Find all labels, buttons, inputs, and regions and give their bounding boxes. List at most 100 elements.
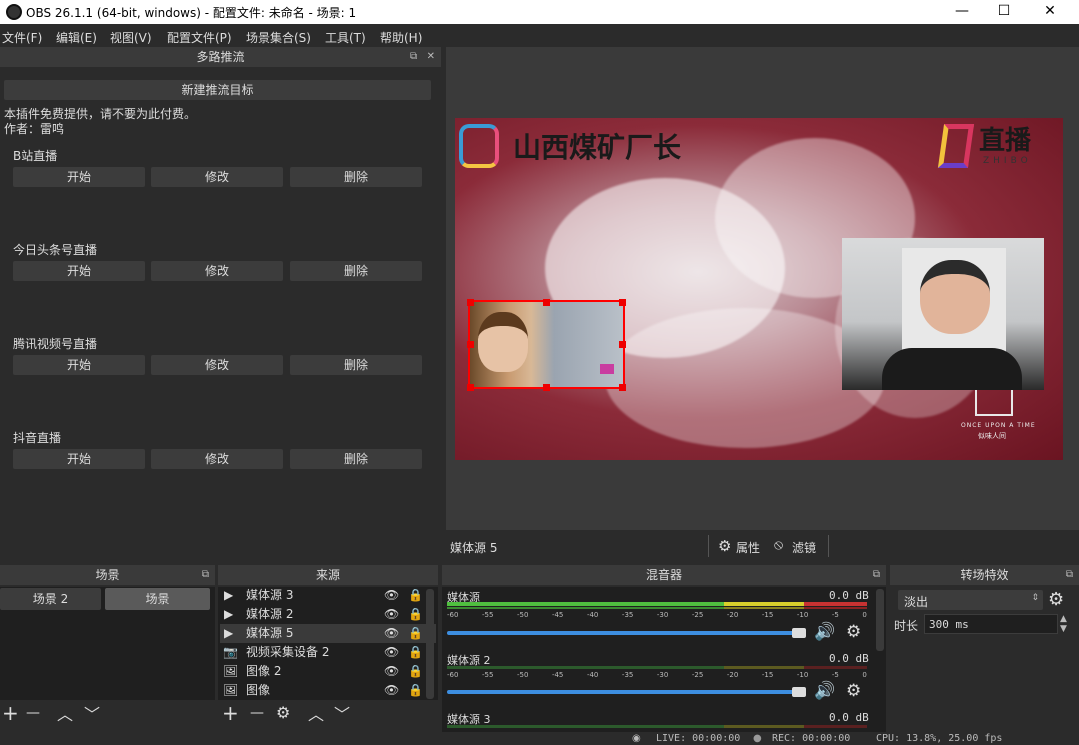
source-item[interactable]: 🖼 图像 👁 🔒 <box>220 681 436 700</box>
target-name-toutiao: 今日头条号直播 <box>13 243 98 257</box>
lock-icon[interactable]: 🔒 <box>408 586 423 605</box>
menu-scene-collection[interactable]: 场景集合(S) <box>246 29 311 46</box>
source-properties-gear-icon[interactable]: ⚙ <box>276 703 290 722</box>
eye-icon[interactable]: 👁 <box>384 643 399 662</box>
live-status: LIVE: 00:00:00 <box>656 733 741 744</box>
eye-icon[interactable]: 👁 <box>384 605 399 624</box>
tick: -15 <box>761 671 774 679</box>
lock-icon[interactable]: 🔒 <box>408 624 423 643</box>
source-item[interactable]: ▶ 媒体源 3 👁 🔒 <box>220 586 436 605</box>
delete-button[interactable]: 删除 <box>290 355 422 375</box>
mixer-dock: 混音器 ⧉ <box>442 565 886 732</box>
volume-fader-handle[interactable] <box>792 628 806 638</box>
audio-logo-icon <box>459 124 499 168</box>
gear-icon[interactable]: ⚙ <box>846 681 861 701</box>
move-source-down-button[interactable]: ﹀ <box>334 701 350 725</box>
edit-button[interactable]: 修改 <box>151 355 283 375</box>
gear-icon[interactable]: ⚙ <box>846 622 861 642</box>
rec-status: REC: 00:00:00 <box>772 733 851 744</box>
tick: -55 <box>481 671 494 679</box>
speaker-icon[interactable]: 🔊 <box>814 622 835 642</box>
brand-sub: ZHIBO <box>983 156 1032 166</box>
source-item[interactable]: 📷 视频采集设备 2 👁 🔒 <box>220 643 436 662</box>
remove-source-button[interactable]: — <box>250 705 264 721</box>
delete-button[interactable]: 删除 <box>290 261 422 281</box>
gear-icon: ⚙ <box>718 537 732 555</box>
tick: -30 <box>656 671 669 679</box>
remove-scene-button[interactable]: — <box>26 705 40 721</box>
dock-float-icon[interactable]: ⧉ <box>1066 565 1073 585</box>
eye-icon[interactable]: 👁 <box>384 586 399 605</box>
menu-tools[interactable]: 工具(T) <box>325 29 366 46</box>
source-item-selected[interactable]: ▶ 媒体源 5 👁 🔒 <box>220 624 436 643</box>
tick: -50 <box>516 671 529 679</box>
volume-fader-handle[interactable] <box>792 687 806 697</box>
menu-help[interactable]: 帮助(H) <box>380 29 422 46</box>
transition-select[interactable]: 淡出 ⇕ <box>898 590 1043 610</box>
edit-button[interactable]: 修改 <box>151 167 283 187</box>
volume-fader[interactable] <box>447 690 797 694</box>
tick: -20 <box>726 611 739 619</box>
scene-item[interactable]: 场景 2 <box>0 588 101 610</box>
scene-item-selected[interactable]: 场景 <box>105 588 210 610</box>
move-scene-down-button[interactable]: ﹀ <box>84 701 100 725</box>
tick: -10 <box>796 611 809 619</box>
move-scene-up-button[interactable]: ︿ <box>57 701 73 725</box>
sources-title: 来源 <box>315 568 340 582</box>
eye-icon[interactable]: 👁 <box>384 624 399 643</box>
start-button[interactable]: 开始 <box>13 261 145 281</box>
lock-icon[interactable]: 🔒 <box>408 662 423 681</box>
move-source-up-button[interactable]: ︿ <box>308 701 324 725</box>
speaker-icon[interactable]: 🔊 <box>814 681 835 701</box>
zhibo-logo-icon <box>937 124 975 168</box>
preview-canvas[interactable]: 山西煤矿厂长 直播 ZHIBO ONCE UPON A TIME 似味人间 <box>455 118 1063 460</box>
start-button[interactable]: 开始 <box>13 167 145 187</box>
media-source-5-video[interactable] <box>468 300 625 389</box>
source-item[interactable]: ▶ 媒体源 2 👁 🔒 <box>220 605 436 624</box>
minimize-button[interactable]: — <box>939 0 985 24</box>
delete-button[interactable]: 删除 <box>290 167 422 187</box>
transition-gear-icon[interactable]: ⚙ <box>1048 589 1064 610</box>
maximize-button[interactable]: ☐ <box>981 0 1027 24</box>
eye-icon[interactable]: 👁 <box>384 681 399 700</box>
image-icon: 🖼 <box>223 683 239 697</box>
multistream-dock-title: 多路推流 ⧉ ✕ <box>0 47 441 67</box>
target-name-douyin: 抖音直播 <box>13 431 62 445</box>
dock-float-icon[interactable]: ⧉ <box>202 565 209 585</box>
menu-file[interactable]: 文件(F) <box>2 29 42 46</box>
live-broadcast-icon: ◉ <box>632 733 641 744</box>
properties-button[interactable]: 属性 <box>736 539 760 556</box>
lock-icon[interactable]: 🔒 <box>408 643 423 662</box>
source-item[interactable]: 🖼 图像 2 👁 🔒 <box>220 662 436 681</box>
dock-float-icon[interactable]: ⧉ <box>873 565 880 585</box>
menu-view[interactable]: 视图(V) <box>110 29 152 46</box>
delete-button[interactable]: 删除 <box>290 449 422 469</box>
start-button[interactable]: 开始 <box>13 449 145 469</box>
filters-button[interactable]: 滤镜 <box>792 539 816 556</box>
mixer-title: 混音器 <box>645 568 682 582</box>
close-button[interactable]: ✕ <box>1027 0 1073 24</box>
tick: -25 <box>691 611 704 619</box>
eye-icon[interactable]: 👁 <box>384 662 399 681</box>
new-stream-target-button[interactable]: 新建推流目标 <box>4 80 431 100</box>
duration-stepper[interactable]: ▲ ▼ <box>1060 614 1067 634</box>
target-name-tencent: 腾讯视频号直播 <box>13 337 98 351</box>
edit-button[interactable]: 修改 <box>151 261 283 281</box>
source-item-label: 媒体源 2 <box>246 607 294 621</box>
tick: -35 <box>621 671 634 679</box>
add-scene-button[interactable]: + <box>2 701 19 725</box>
edit-button[interactable]: 修改 <box>151 449 283 469</box>
add-source-button[interactable]: + <box>222 701 239 725</box>
menu-edit[interactable]: 编辑(E) <box>56 29 97 46</box>
obs-logo-icon <box>6 4 22 20</box>
start-button[interactable]: 开始 <box>13 355 145 375</box>
duration-input[interactable]: 300 ms <box>924 614 1058 634</box>
dock-float-close-icons[interactable]: ⧉ ✕ <box>410 47 435 67</box>
video-capture-device[interactable] <box>842 238 1044 390</box>
lock-icon[interactable]: 🔒 <box>408 605 423 624</box>
volume-fader[interactable] <box>447 631 797 635</box>
mixer-scrollbar[interactable] <box>876 589 884 651</box>
menu-profile[interactable]: 配置文件(P) <box>167 29 232 46</box>
source-item-label: 视频采集设备 2 <box>246 645 330 659</box>
lock-icon[interactable]: 🔒 <box>408 681 423 700</box>
